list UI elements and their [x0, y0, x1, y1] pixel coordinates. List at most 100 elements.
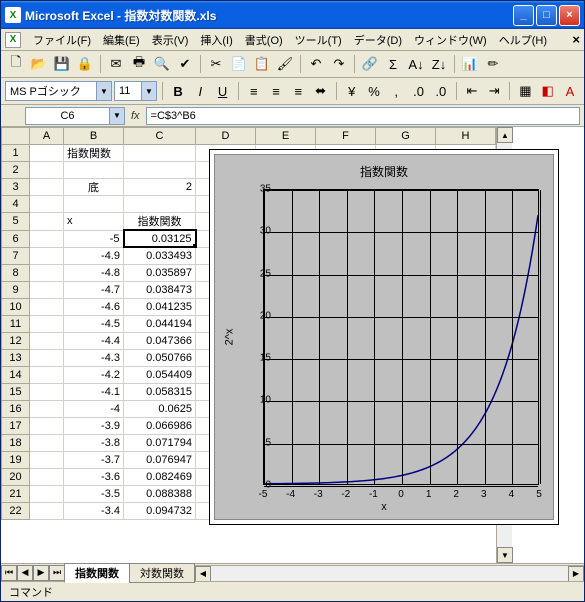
cell-C4[interactable] [124, 196, 196, 213]
sheet-tab[interactable]: 指数関数 [64, 563, 130, 583]
cell-C14[interactable]: 0.054409 [124, 366, 196, 383]
row-header-9[interactable]: 9 [2, 281, 30, 298]
new-icon[interactable]: 🗋 [5, 53, 27, 75]
menu-item[interactable]: ヘルプ(H) [493, 33, 553, 49]
titlebar[interactable]: X Microsoft Excel - 指数対数関数.xls _ □ × [1, 1, 584, 29]
hyperlink-icon[interactable]: 🔗 [359, 53, 381, 75]
sort-desc-icon[interactable]: Z↓ [428, 53, 450, 75]
cell-C6[interactable]: 0.03125 [124, 230, 196, 247]
row-header-4[interactable]: 4 [2, 196, 30, 213]
row-header-17[interactable]: 17 [2, 417, 30, 434]
cell-B2[interactable] [64, 162, 124, 179]
format-painter-icon[interactable]: 🖌 [274, 53, 296, 75]
cell-A8[interactable] [30, 264, 64, 281]
cell-A22[interactable] [30, 502, 64, 519]
horizontal-scrollbar[interactable]: ◀ ▶ [195, 565, 584, 581]
cell-A5[interactable] [30, 213, 64, 231]
cell-B10[interactable]: -4.6 [64, 298, 124, 315]
drawing-icon[interactable]: ✏ [482, 53, 504, 75]
col-header-D[interactable]: D [196, 128, 256, 145]
cell-C19[interactable]: 0.076947 [124, 451, 196, 468]
cell-C22[interactable]: 0.094732 [124, 502, 196, 519]
menu-item[interactable]: データ(D) [348, 33, 408, 49]
tab-first-icon[interactable]: ⏮ [1, 565, 17, 581]
cell-B3[interactable]: 底 [64, 179, 124, 196]
cell-A20[interactable] [30, 468, 64, 485]
cell-C8[interactable]: 0.035897 [124, 264, 196, 281]
cell-B14[interactable]: -4.2 [64, 366, 124, 383]
save-icon[interactable]: 💾 [51, 53, 73, 75]
mail-icon[interactable]: ✉ [105, 53, 127, 75]
chevron-down-icon[interactable]: ▼ [109, 108, 124, 124]
cell-C16[interactable]: 0.0625 [124, 400, 196, 417]
cell-A4[interactable] [30, 196, 64, 213]
row-header-19[interactable]: 19 [2, 451, 30, 468]
fill-color-icon[interactable]: ◧ [538, 80, 558, 102]
cell-C1[interactable] [124, 145, 196, 162]
row-header-20[interactable]: 20 [2, 468, 30, 485]
chart-wizard-icon[interactable]: 📊 [459, 53, 481, 75]
chevron-down-icon[interactable]: ▼ [141, 82, 156, 100]
row-header-16[interactable]: 16 [2, 400, 30, 417]
menu-item[interactable]: ウィンドウ(W) [408, 33, 493, 49]
cell-B18[interactable]: -3.8 [64, 434, 124, 451]
scroll-right-icon[interactable]: ▶ [568, 566, 584, 582]
cell-C10[interactable]: 0.041235 [124, 298, 196, 315]
percent-icon[interactable]: % [364, 80, 384, 102]
cell-A13[interactable] [30, 349, 64, 366]
cell-B22[interactable]: -3.4 [64, 502, 124, 519]
cell-A16[interactable] [30, 400, 64, 417]
cell-C3[interactable]: 2 [124, 179, 196, 196]
cell-C18[interactable]: 0.071794 [124, 434, 196, 451]
cell-C11[interactable]: 0.044194 [124, 315, 196, 332]
row-header-21[interactable]: 21 [2, 485, 30, 502]
cell-A6[interactable] [30, 230, 64, 247]
embedded-chart[interactable]: 指数関数 2^x x 05101520253035-5-4-3-2-101234… [209, 149, 559, 525]
col-header-E[interactable]: E [256, 128, 316, 145]
row-header-22[interactable]: 22 [2, 502, 30, 519]
select-all-cell[interactable] [2, 128, 30, 145]
cell-B12[interactable]: -4.4 [64, 332, 124, 349]
align-left-icon[interactable]: ≡ [244, 80, 264, 102]
maximize-button[interactable]: □ [536, 5, 557, 26]
cell-A2[interactable] [30, 162, 64, 179]
decrease-decimal-icon[interactable]: .0 [431, 80, 451, 102]
col-header-F[interactable]: F [316, 128, 376, 145]
cell-B5[interactable]: x [64, 213, 124, 231]
paste-icon[interactable]: 📋 [251, 53, 273, 75]
cell-A14[interactable] [30, 366, 64, 383]
cell-C20[interactable]: 0.082469 [124, 468, 196, 485]
cell-A12[interactable] [30, 332, 64, 349]
cell-B16[interactable]: -4 [64, 400, 124, 417]
scroll-down-icon[interactable]: ▼ [497, 547, 513, 563]
scroll-up-icon[interactable]: ▲ [497, 127, 513, 143]
row-header-13[interactable]: 13 [2, 349, 30, 366]
row-header-11[interactable]: 11 [2, 315, 30, 332]
excel-doc-icon[interactable]: X [5, 32, 21, 48]
col-header-A[interactable]: A [30, 128, 64, 145]
fx-icon[interactable]: fx [131, 110, 140, 122]
formula-input[interactable]: =C$3^B6 [146, 107, 580, 125]
cell-C12[interactable]: 0.047366 [124, 332, 196, 349]
col-header-H[interactable]: H [436, 128, 496, 145]
cell-A1[interactable] [30, 145, 64, 162]
cell-B21[interactable]: -3.5 [64, 485, 124, 502]
increase-decimal-icon[interactable]: .0 [408, 80, 428, 102]
cell-A18[interactable] [30, 434, 64, 451]
cell-A11[interactable] [30, 315, 64, 332]
row-header-15[interactable]: 15 [2, 383, 30, 400]
font-size-combo[interactable]: ▼ [114, 81, 157, 101]
cell-A9[interactable] [30, 281, 64, 298]
cell-B20[interactable]: -3.6 [64, 468, 124, 485]
cell-A15[interactable] [30, 383, 64, 400]
cell-C5[interactable]: 指数関数 [124, 213, 196, 231]
sort-asc-icon[interactable]: A↓ [405, 53, 427, 75]
cell-B7[interactable]: -4.9 [64, 247, 124, 264]
autosum-icon[interactable]: Σ [382, 53, 404, 75]
cell-B15[interactable]: -4.1 [64, 383, 124, 400]
cell-C9[interactable]: 0.038473 [124, 281, 196, 298]
row-header-12[interactable]: 12 [2, 332, 30, 349]
cell-B19[interactable]: -3.7 [64, 451, 124, 468]
cell-C17[interactable]: 0.066986 [124, 417, 196, 434]
italic-icon[interactable]: I [190, 80, 210, 102]
